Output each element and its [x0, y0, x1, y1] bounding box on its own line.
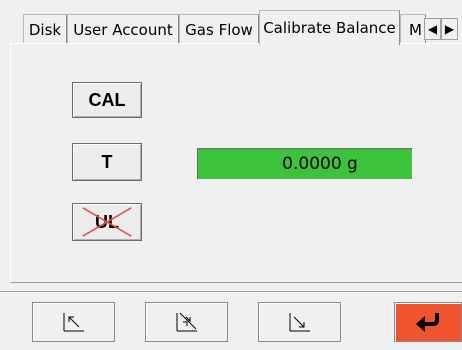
tab-more-label: M [409, 20, 422, 39]
tab-disk[interactable]: Disk [23, 14, 67, 44]
weight-readout-value: 0.0000 g [282, 154, 358, 174]
tare-button[interactable]: T [72, 143, 142, 181]
move-down-right-button[interactable] [258, 302, 341, 342]
disabled-cross-icon [82, 207, 132, 237]
cal-button[interactable]: CAL [72, 82, 142, 118]
tab-calibrate-balance[interactable]: Calibrate Balance [259, 10, 400, 45]
tab-disk-label: Disk [28, 20, 62, 39]
enter-button[interactable] [394, 302, 462, 342]
arrow-left-glyph: ◀ [427, 22, 438, 36]
move-up-left-button[interactable] [32, 302, 115, 342]
cal-button-label: CAL [88, 89, 126, 110]
arrow-left-icon[interactable]: ◀ [424, 18, 441, 40]
enter-return-icon [416, 313, 439, 332]
tab-more[interactable]: M [400, 14, 426, 44]
toolbar-separator-highlight [0, 292, 462, 293]
move-up-left-icon [63, 313, 84, 332]
tab-gas-flow[interactable]: Gas Flow [179, 14, 259, 44]
tab-gas-flow-label: Gas Flow [185, 20, 253, 39]
tab-user-account[interactable]: User Account [67, 14, 179, 44]
tare-button-label: T [101, 151, 113, 172]
arrow-right-icon[interactable]: ▶ [441, 18, 458, 40]
weight-readout: 0.0000 g [197, 148, 413, 180]
move-down-right-icon [289, 313, 310, 332]
arrow-right-glyph: ▶ [444, 22, 455, 36]
tab-user-account-label: User Account [73, 20, 173, 39]
tab-bar: Disk User Account Gas Flow Calibrate Bal… [0, 0, 462, 45]
tab-calibrate-balance-label: Calibrate Balance [263, 19, 396, 37]
move-center-button[interactable] [145, 302, 228, 342]
tab-scroll-buttons: ◀ ▶ [424, 18, 462, 40]
unload-button[interactable]: UL [72, 203, 142, 241]
move-center-icon [176, 312, 197, 332]
